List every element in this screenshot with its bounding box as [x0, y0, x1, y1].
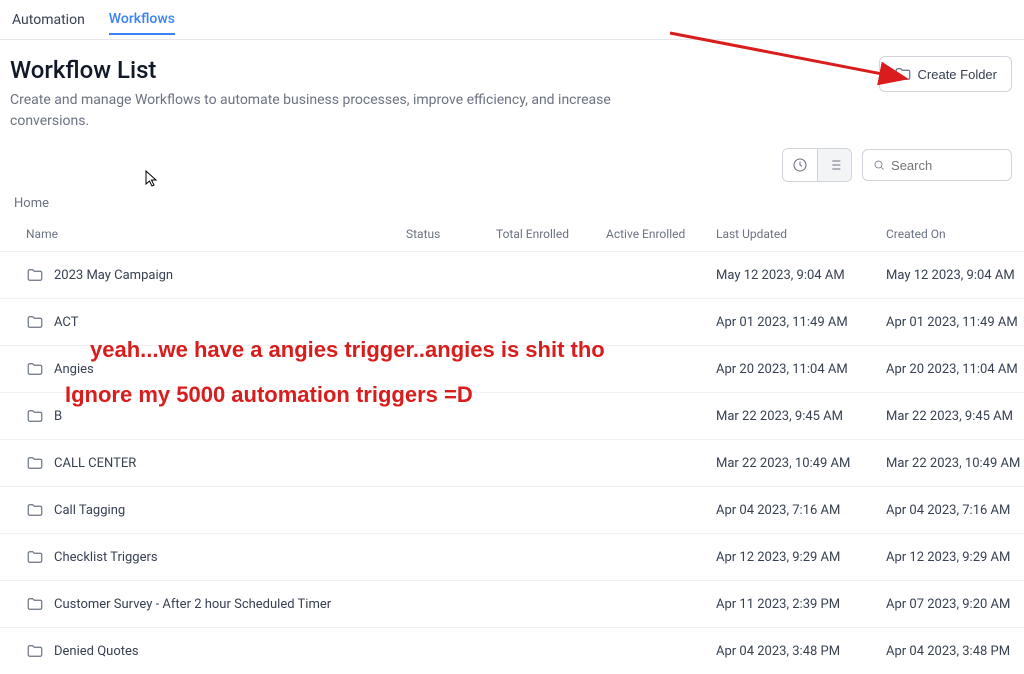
table-row[interactable]: 2023 May Campaign May 12 2023, 9:04 AM M… [0, 251, 1024, 298]
col-status: Status [392, 227, 482, 241]
table-row[interactable]: Customer Survey - After 2 hour Scheduled… [0, 580, 1024, 627]
row-name: B [54, 409, 62, 424]
row-last-updated: May 12 2023, 9:04 AM [702, 268, 872, 283]
view-list-button[interactable] [817, 149, 851, 181]
page-description: Create and manage Workflows to automate … [10, 90, 650, 132]
search-icon [873, 158, 885, 172]
clock-icon [792, 157, 808, 173]
tab-automation[interactable]: Automation [12, 6, 85, 34]
row-last-updated: Mar 22 2023, 10:49 AM [702, 456, 872, 471]
row-name: Checklist Triggers [54, 550, 158, 565]
col-active-enrolled: Active Enrolled [592, 227, 702, 241]
row-created-on: Apr 07 2023, 9:20 AM [872, 597, 1022, 612]
table-row[interactable]: Angies Apr 20 2023, 11:04 AM Apr 20 2023… [0, 345, 1024, 392]
name-cell: Denied Quotes [12, 642, 392, 660]
name-cell: Customer Survey - After 2 hour Scheduled… [12, 595, 392, 613]
row-name: ACT [54, 315, 78, 330]
create-folder-button[interactable]: Create Folder [879, 56, 1012, 92]
breadcrumb[interactable]: Home [0, 190, 1024, 217]
name-cell: CALL CENTER [12, 454, 392, 472]
table-row[interactable]: CALL CENTER Mar 22 2023, 10:49 AM Mar 22… [0, 439, 1024, 486]
top-tabs: Automation Workflows [0, 0, 1024, 40]
folder-icon [26, 501, 44, 519]
row-last-updated: Apr 01 2023, 11:49 AM [702, 315, 872, 330]
name-cell: Checklist Triggers [12, 548, 392, 566]
row-name: Customer Survey - After 2 hour Scheduled… [54, 597, 331, 612]
row-created-on: Apr 20 2023, 11:04 AM [872, 362, 1022, 377]
name-cell: Call Tagging [12, 501, 392, 519]
col-name: Name [12, 227, 392, 241]
row-created-on: May 12 2023, 9:04 AM [872, 268, 1022, 283]
tab-workflows[interactable]: Workflows [109, 5, 175, 35]
table-row[interactable]: ACT Apr 01 2023, 11:49 AM Apr 01 2023, 1… [0, 298, 1024, 345]
folder-icon [894, 65, 912, 83]
row-created-on: Apr 12 2023, 9:29 AM [872, 550, 1022, 565]
folder-icon [26, 548, 44, 566]
folder-icon [26, 360, 44, 378]
name-cell: 2023 May Campaign [12, 266, 392, 284]
table-row[interactable]: B Mar 22 2023, 9:45 AM Mar 22 2023, 9:45… [0, 392, 1024, 439]
name-cell: ACT [12, 313, 392, 331]
table-row[interactable]: Denied Quotes Apr 04 2023, 3:48 PM Apr 0… [0, 627, 1024, 674]
row-last-updated: Apr 11 2023, 2:39 PM [702, 597, 872, 612]
row-created-on: Apr 01 2023, 11:49 AM [872, 315, 1022, 330]
create-folder-label: Create Folder [918, 67, 997, 82]
toolbar [0, 148, 1024, 190]
table-row[interactable]: Checklist Triggers Apr 12 2023, 9:29 AM … [0, 533, 1024, 580]
folder-icon [26, 454, 44, 472]
page-header: Workflow List Create and manage Workflow… [0, 40, 1024, 148]
workflow-table: Name Status Total Enrolled Active Enroll… [0, 217, 1024, 674]
row-last-updated: Apr 12 2023, 9:29 AM [702, 550, 872, 565]
title-block: Workflow List Create and manage Workflow… [10, 56, 650, 132]
col-total-enrolled: Total Enrolled [482, 227, 592, 241]
search-box[interactable] [862, 149, 1012, 181]
name-cell: B [12, 407, 392, 425]
row-name: Angies [54, 362, 94, 377]
row-last-updated: Apr 04 2023, 3:48 PM [702, 644, 872, 659]
folder-icon [26, 407, 44, 425]
view-toggle [782, 148, 852, 182]
row-name: Call Tagging [54, 503, 125, 518]
col-created-on: Created On [872, 227, 1022, 241]
row-created-on: Apr 04 2023, 3:48 PM [872, 644, 1022, 659]
row-last-updated: Mar 22 2023, 9:45 AM [702, 409, 872, 424]
name-cell: Angies [12, 360, 392, 378]
search-input[interactable] [891, 158, 1001, 173]
table-row[interactable]: Call Tagging Apr 04 2023, 7:16 AM Apr 04… [0, 486, 1024, 533]
row-last-updated: Apr 20 2023, 11:04 AM [702, 362, 872, 377]
row-name: 2023 May Campaign [54, 268, 173, 283]
folder-icon [26, 313, 44, 331]
row-created-on: Mar 22 2023, 10:49 AM [872, 456, 1022, 471]
page-title: Workflow List [10, 56, 650, 84]
row-last-updated: Apr 04 2023, 7:16 AM [702, 503, 872, 518]
row-created-on: Mar 22 2023, 9:45 AM [872, 409, 1022, 424]
list-icon [827, 157, 843, 173]
folder-icon [26, 266, 44, 284]
row-created-on: Apr 04 2023, 7:16 AM [872, 503, 1022, 518]
table-header: Name Status Total Enrolled Active Enroll… [0, 217, 1024, 251]
folder-icon [26, 595, 44, 613]
row-name: Denied Quotes [54, 644, 139, 659]
folder-icon [26, 642, 44, 660]
col-last-updated: Last Updated [702, 227, 872, 241]
view-recent-button[interactable] [783, 149, 817, 181]
row-name: CALL CENTER [54, 456, 136, 471]
